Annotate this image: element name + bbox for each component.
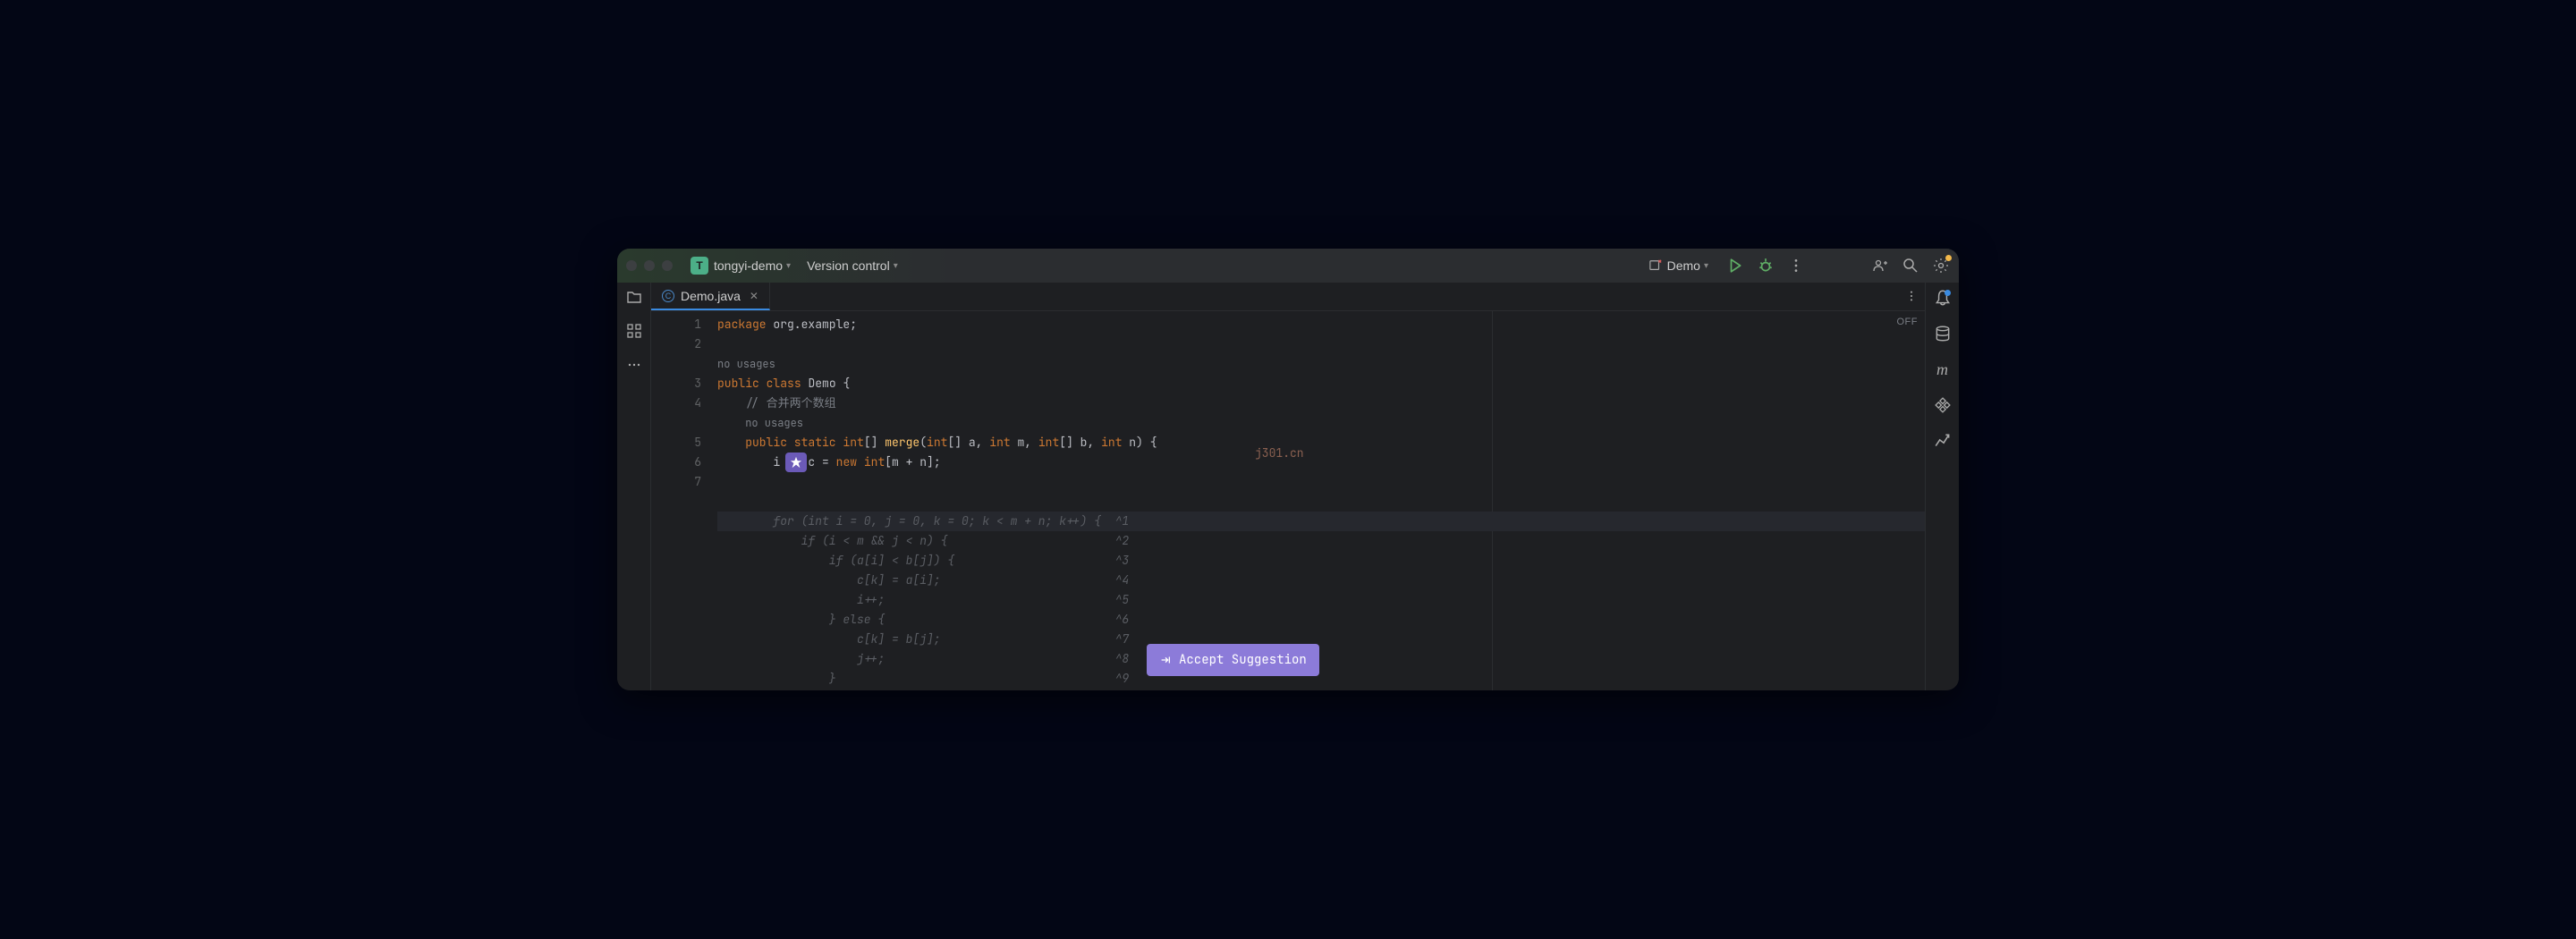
code-with-me-icon[interactable] xyxy=(1871,257,1889,275)
code-line: i c = new int[m + n]; xyxy=(717,453,1925,512)
zoom-window-button[interactable] xyxy=(662,260,673,271)
line-gutter: 1 2 3 4 5 6 7 xyxy=(651,311,714,690)
settings-icon[interactable] xyxy=(1932,257,1950,275)
structure-toolwindow-icon[interactable] xyxy=(625,322,643,340)
run-button[interactable] xyxy=(1726,257,1744,275)
code-line xyxy=(717,334,1925,354)
editor-body[interactable]: OFF 1 2 3 4 5 6 7 package org.example; n… xyxy=(651,311,1925,690)
ghost-suggestion-line: c[k] = b[j]; ^7 xyxy=(717,630,1925,649)
main-area: C Demo.java ✕ OFF 1 2 3 4 5 xyxy=(617,283,1959,690)
ide-window: T tongyi-demo ▾ Version control ▾ Demo ▾ xyxy=(617,249,1959,690)
close-window-button[interactable] xyxy=(626,260,637,271)
settings-notification-dot xyxy=(1945,255,1952,261)
more-menu-icon[interactable] xyxy=(1787,257,1805,275)
left-toolwindow-bar xyxy=(617,283,651,690)
accept-label: Accept Suggestion xyxy=(1179,650,1307,670)
ghost-suggestion-line: } else { ^6 xyxy=(717,610,1925,630)
code-line: public class Demo { xyxy=(717,374,1925,393)
usages-hint[interactable]: no usages xyxy=(717,354,1925,374)
maven-toolwindow-icon[interactable]: m xyxy=(1933,360,1953,379)
close-tab-icon[interactable]: ✕ xyxy=(750,290,758,302)
project-name: tongyi-demo xyxy=(714,258,783,273)
right-toolwindow-bar: m xyxy=(1925,283,1959,690)
notification-dot xyxy=(1945,290,1951,296)
search-icon[interactable] xyxy=(1902,257,1919,275)
line-number: 2 xyxy=(651,334,701,354)
ghost-suggestion-line: if (i < m && j < n) { ^2 xyxy=(717,531,1925,551)
minimize-window-button[interactable] xyxy=(644,260,655,271)
usages-hint[interactable]: no usages xyxy=(717,413,1925,433)
line-number: 4 xyxy=(651,393,701,413)
ai-assistant-icon[interactable] xyxy=(1933,395,1953,415)
ghost-suggestion-line: } ^9 xyxy=(717,669,1925,689)
database-toolwindow-icon[interactable] xyxy=(1933,324,1953,343)
run-configuration-selector[interactable]: Demo ▾ xyxy=(1649,258,1708,273)
watermark-text: j301.cn xyxy=(1255,444,1304,463)
editor-tabs: C Demo.java ✕ xyxy=(651,283,1925,311)
ghost-suggestion-line: } else if (i < m) { xyxy=(717,689,1925,690)
line-number: 5 xyxy=(651,433,701,453)
vcs-label: Version control xyxy=(807,258,890,273)
chevron-down-icon: ▾ xyxy=(894,261,898,271)
title-bar: T tongyi-demo ▾ Version control ▾ Demo ▾ xyxy=(617,249,1959,283)
code-line: // 合并两个数组 xyxy=(717,393,1925,413)
tab-demo-java[interactable]: C Demo.java ✕ xyxy=(651,283,770,310)
ghost-suggestion-line: if (a[i] < b[j]) { ^3 xyxy=(717,551,1925,571)
ghost-suggestion-line: i++; ^5 xyxy=(717,590,1925,610)
tab-key-icon xyxy=(1159,654,1172,666)
line-number: 1 xyxy=(651,315,701,334)
code-line: package org.example; xyxy=(717,315,1925,334)
accept-suggestion-button[interactable]: Accept Suggestion xyxy=(1147,644,1319,676)
debug-button[interactable] xyxy=(1757,257,1775,275)
project-toolwindow-icon[interactable] xyxy=(625,288,643,306)
notifications-icon[interactable] xyxy=(1933,288,1953,308)
editor-region: C Demo.java ✕ OFF 1 2 3 4 5 xyxy=(651,283,1925,690)
java-class-icon: C xyxy=(662,290,674,302)
ghost-suggestion-line: for (int i = 0, j = 0, k = 0; k < m + n;… xyxy=(717,512,1925,531)
project-badge: T xyxy=(691,257,708,275)
window-controls xyxy=(626,260,673,271)
ghost-suggestion-line: j++; ^8 xyxy=(717,649,1925,669)
run-config-icon xyxy=(1649,259,1662,272)
run-config-name: Demo xyxy=(1667,258,1700,273)
tab-filename: Demo.java xyxy=(681,289,741,303)
editor-more-icon[interactable] xyxy=(1905,290,1918,307)
version-control-menu[interactable]: Version control ▾ xyxy=(807,258,898,273)
code-area[interactable]: package org.example; no usages public cl… xyxy=(714,311,1925,690)
chevron-down-icon: ▾ xyxy=(786,261,791,271)
line-number: 6 xyxy=(651,453,701,472)
ghost-suggestion-line: c[k] = a[i]; ^4 xyxy=(717,571,1925,590)
line-number: 3 xyxy=(651,374,701,393)
profiler-toolwindow-icon[interactable] xyxy=(1933,431,1953,451)
more-toolwindows-icon[interactable] xyxy=(625,356,643,374)
project-selector[interactable]: T tongyi-demo ▾ xyxy=(691,257,791,275)
code-line: public static int[] merge(int[] a, int m… xyxy=(717,433,1925,453)
line-number: 7 xyxy=(651,472,701,492)
chevron-down-icon: ▾ xyxy=(1704,261,1708,271)
ai-suggestion-badge-icon[interactable] xyxy=(785,453,807,472)
